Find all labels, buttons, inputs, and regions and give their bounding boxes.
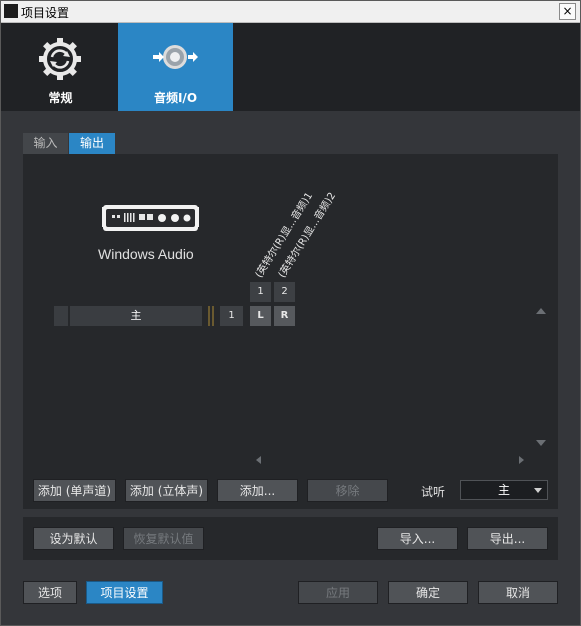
tab-input[interactable]: 输入	[23, 133, 68, 154]
window-title: 项目设置	[21, 6, 70, 20]
project-settings-button[interactable]: 项目设置	[86, 581, 163, 604]
bus-separator-2	[212, 306, 214, 326]
audition-select[interactable]: 主	[460, 480, 548, 500]
channel-number-1: 1	[250, 282, 271, 302]
tab-audio-io[interactable]: 音频I/O	[118, 23, 233, 111]
cancel-button[interactable]: 取消	[478, 581, 558, 604]
bus-separator-1	[208, 306, 210, 326]
add-button[interactable]: 添加...	[217, 479, 298, 502]
app-icon	[4, 4, 18, 18]
scroll-up-arrow[interactable]	[536, 308, 546, 314]
output-bus-name[interactable]: 主	[70, 306, 202, 326]
tab-general[interactable]: 常规	[3, 23, 118, 111]
project-settings-window: 项目设置 × 常规 音频I/O 输入 输出 Windows Audio (英特尔…	[0, 0, 581, 626]
options-button[interactable]: 选项	[23, 581, 77, 604]
close-button[interactable]: ×	[559, 3, 576, 20]
audio-interface-icon	[102, 205, 199, 231]
bus-channel-count: 1	[220, 306, 243, 326]
tab-audio-io-label: 音频I/O	[153, 91, 198, 105]
chevron-down-icon	[534, 488, 542, 493]
set-default-button[interactable]: 设为默认	[33, 527, 114, 550]
device-name: Windows Audio	[98, 246, 194, 262]
channel-right-cell[interactable]: R	[274, 306, 295, 326]
scroll-down-arrow[interactable]	[536, 440, 546, 446]
channel-number-2: 2	[274, 282, 295, 302]
audio-io-icon	[153, 45, 198, 69]
remove-button[interactable]: 移除	[307, 479, 388, 502]
scroll-right-arrow[interactable]	[519, 456, 524, 464]
title-bar: 项目设置 ×	[1, 1, 580, 23]
export-button[interactable]: 导出...	[467, 527, 548, 550]
audition-label: 试听	[421, 485, 446, 499]
gear-icon	[39, 38, 81, 80]
add-mono-button[interactable]: 添加 (单声道)	[33, 479, 116, 502]
scroll-left-arrow[interactable]	[256, 456, 261, 464]
settings-nav: 常规 音频I/O	[1, 23, 580, 111]
tab-output[interactable]: 输出	[69, 133, 115, 154]
add-stereo-button[interactable]: 添加 (立体声)	[125, 479, 208, 502]
tab-general-label: 常规	[48, 91, 73, 105]
audition-value: 主	[497, 483, 510, 497]
apply-button[interactable]: 应用	[298, 581, 378, 604]
import-button[interactable]: 导入...	[377, 527, 458, 550]
channel-left-cell[interactable]: L	[250, 306, 271, 326]
track-handle[interactable]	[54, 306, 68, 326]
ok-button[interactable]: 确定	[388, 581, 468, 604]
restore-default-button[interactable]: 恢复默认值	[123, 527, 204, 550]
